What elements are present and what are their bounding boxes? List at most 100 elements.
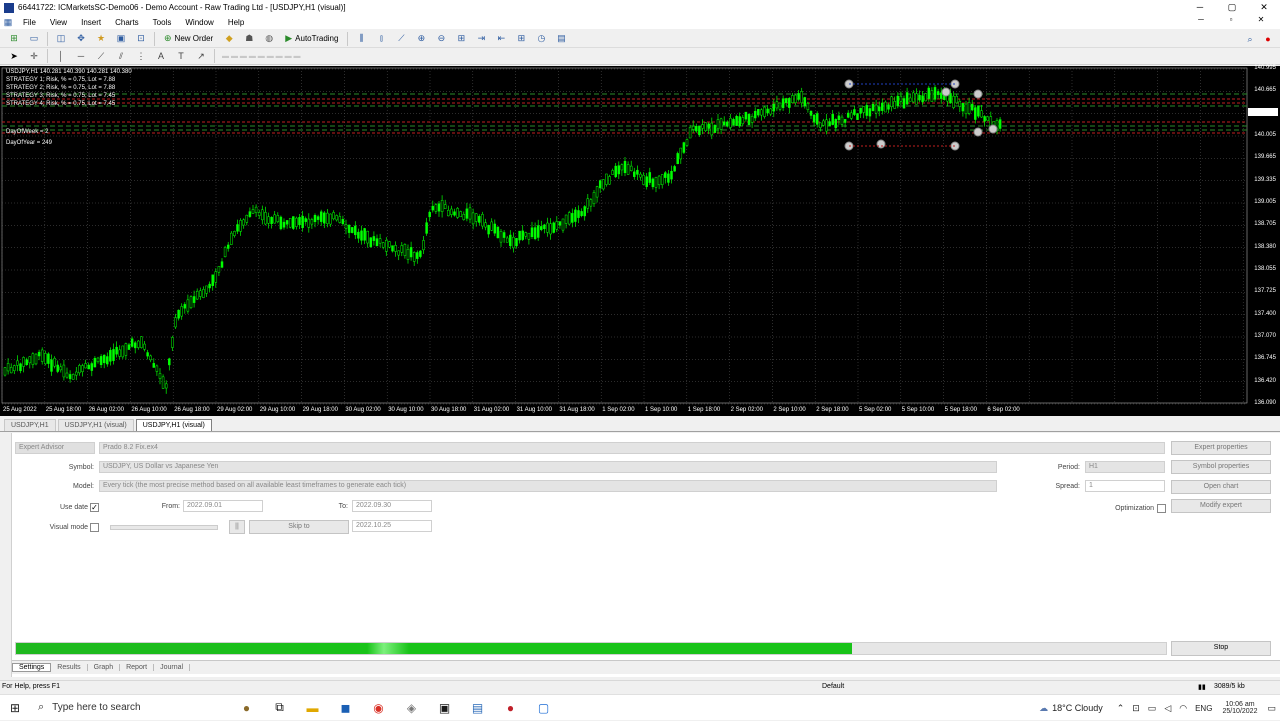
task-view-icon[interactable]: ⧉ bbox=[263, 695, 296, 721]
trendline-icon[interactable]: ⟋ bbox=[93, 49, 109, 63]
channel-icon[interactable]: ⫽ bbox=[113, 49, 129, 63]
skip-to-button[interactable]: Skip to bbox=[249, 520, 349, 534]
candle bbox=[986, 116, 989, 121]
expert-advisor-select[interactable]: Prado 8.2 Fix.ex4 bbox=[99, 442, 1165, 454]
menu-charts[interactable]: Charts bbox=[108, 18, 146, 27]
terminal-icon[interactable]: ▣ bbox=[113, 32, 129, 46]
volume-icon[interactable]: ◁ bbox=[1164, 703, 1171, 714]
from-date-input[interactable]: 2022.09.01 bbox=[183, 500, 263, 512]
fibonacci-icon[interactable]: ⋮ bbox=[133, 49, 149, 63]
search-icon[interactable]: ⌕ bbox=[1242, 32, 1258, 46]
bar-chart-icon[interactable]: ⫼ bbox=[353, 32, 369, 46]
network-icon[interactable]: ⊡ bbox=[1132, 703, 1140, 714]
indicators-icon[interactable]: ⊞ bbox=[513, 32, 529, 46]
zoom-in-icon[interactable]: ⊕ bbox=[413, 32, 429, 46]
templates-icon[interactable]: ▤ bbox=[553, 32, 569, 46]
to-date-input[interactable]: 2022.09.30 bbox=[352, 500, 432, 512]
model-select[interactable]: Every tick (the most precise method base… bbox=[99, 480, 997, 492]
expert-properties-button[interactable]: Expert properties bbox=[1171, 441, 1271, 455]
horizontal-line-icon[interactable]: ─ bbox=[73, 49, 89, 63]
chart-shift-icon[interactable]: ⇥ bbox=[473, 32, 489, 46]
taskbar-search[interactable]: ⌕ Type here to search bbox=[30, 695, 230, 721]
document-icon[interactable]: ▤ bbox=[461, 695, 494, 721]
menu-file[interactable]: File bbox=[16, 18, 43, 27]
price-chart[interactable]: USDJPY,H1 140.281 140.390 140.281 140.38… bbox=[0, 65, 1280, 416]
menu-tools[interactable]: Tools bbox=[146, 18, 179, 27]
visual-mode-checkbox[interactable] bbox=[90, 523, 99, 532]
market-icon[interactable]: ◍ bbox=[261, 32, 277, 46]
crosshair-icon[interactable]: ✛ bbox=[26, 49, 42, 63]
tab-journal[interactable]: Journal bbox=[154, 664, 191, 671]
spread-select[interactable]: 1 bbox=[1085, 480, 1165, 492]
wifi-icon[interactable]: ◠ bbox=[1179, 703, 1187, 714]
record-icon[interactable]: ● bbox=[494, 695, 527, 721]
language-indicator[interactable]: ENG bbox=[1195, 704, 1212, 713]
metaeditor-icon[interactable]: ◆ bbox=[221, 32, 237, 46]
new-chart-icon[interactable]: ⊞ bbox=[6, 32, 22, 46]
auto-scroll-icon[interactable]: ⇤ bbox=[493, 32, 509, 46]
notifications-icon[interactable]: ▭ bbox=[1267, 703, 1276, 714]
app-icon[interactable]: ◈ bbox=[395, 695, 428, 721]
autotrading-button[interactable]: ▶ AutoTrading bbox=[281, 32, 342, 46]
tab-settings[interactable]: Settings bbox=[12, 663, 52, 672]
zoom-out-icon[interactable]: ⊖ bbox=[433, 32, 449, 46]
line-chart-icon[interactable]: ⟋ bbox=[393, 32, 409, 46]
metatrader-icon[interactable]: ▣ bbox=[428, 695, 461, 721]
candlestick-canvas[interactable] bbox=[0, 66, 1280, 416]
display-icon[interactable]: ▭ bbox=[1148, 703, 1157, 714]
tile-windows-icon[interactable]: ⊞ bbox=[453, 32, 469, 46]
arrows-icon[interactable]: ↗ bbox=[193, 49, 209, 63]
dog-widget-icon[interactable]: ● bbox=[230, 695, 263, 721]
cursor-icon[interactable]: ➤ bbox=[6, 49, 22, 63]
alert-icon[interactable]: ● bbox=[1260, 32, 1276, 46]
menu-help[interactable]: Help bbox=[221, 18, 251, 27]
windows-start-icon[interactable]: ⊞ bbox=[0, 701, 30, 715]
toolbar-separator bbox=[154, 31, 155, 46]
stop-button[interactable]: Stop bbox=[1171, 641, 1271, 656]
text-icon[interactable]: A bbox=[153, 49, 169, 63]
maximize-button[interactable]: ▢ bbox=[1216, 0, 1248, 15]
chart-tab[interactable]: USDJPY,H1 bbox=[4, 419, 56, 431]
chevron-up-icon[interactable]: ⌃ bbox=[1117, 703, 1125, 714]
file-explorer-icon[interactable]: ▬ bbox=[296, 695, 329, 721]
chart-tab-active[interactable]: USDJPY,H1 (visual) bbox=[135, 419, 212, 431]
symbol-select[interactable]: USDJPY, US Dollar vs Japanese Yen bbox=[99, 461, 997, 473]
clock[interactable]: 10:06 am 25/10/2022 bbox=[1222, 701, 1257, 715]
visual-speed-slider[interactable] bbox=[110, 525, 218, 530]
text-label-icon[interactable]: T bbox=[173, 49, 189, 63]
strategy-tester-icon[interactable]: ⊡ bbox=[133, 32, 149, 46]
signals-icon[interactable]: ☗ bbox=[241, 32, 257, 46]
menu-window[interactable]: Window bbox=[178, 18, 220, 27]
period-select[interactable]: H1 bbox=[1085, 461, 1165, 473]
mdi-minimize-button[interactable]: ─ bbox=[1186, 15, 1216, 24]
market-watch-icon[interactable]: ◫ bbox=[53, 32, 69, 46]
tab-results[interactable]: Results bbox=[51, 664, 88, 671]
menu-view[interactable]: View bbox=[43, 18, 74, 27]
symbol-properties-button[interactable]: Symbol properties bbox=[1171, 460, 1271, 474]
menu-insert[interactable]: Insert bbox=[74, 18, 108, 27]
data-window-icon[interactable]: ✥ bbox=[73, 32, 89, 46]
periods-icon[interactable]: ◷ bbox=[533, 32, 549, 46]
close-button[interactable]: ✕ bbox=[1248, 0, 1280, 15]
navigator-icon[interactable]: ★ bbox=[93, 32, 109, 46]
chart-tab[interactable]: USDJPY,H1 (visual) bbox=[57, 419, 134, 431]
use-date-checkbox[interactable]: ✓ bbox=[90, 503, 99, 512]
minimize-button[interactable]: ─ bbox=[1184, 0, 1216, 15]
mdi-close-button[interactable]: ✕ bbox=[1246, 15, 1276, 24]
modify-expert-button[interactable]: Modify expert bbox=[1171, 499, 1271, 513]
pause-button[interactable]: || bbox=[229, 520, 245, 534]
new-order-button[interactable]: ⊕ New Order bbox=[160, 32, 217, 46]
skip-to-date-input[interactable]: 2022.10.25 bbox=[352, 520, 432, 532]
mdi-restore-button[interactable]: ▫ bbox=[1216, 15, 1246, 24]
window-app-icon[interactable]: ▢ bbox=[527, 695, 560, 721]
weather-text[interactable]: 18°C Cloudy bbox=[1052, 703, 1103, 713]
tab-report[interactable]: Report bbox=[120, 664, 155, 671]
profiles-icon[interactable]: ▭ bbox=[26, 32, 42, 46]
tab-graph[interactable]: Graph bbox=[88, 664, 121, 671]
open-chart-button[interactable]: Open chart bbox=[1171, 480, 1271, 494]
chrome-icon[interactable]: ◉ bbox=[362, 695, 395, 721]
optimization-checkbox[interactable] bbox=[1157, 504, 1166, 513]
candlestick-icon[interactable]: ⫾ bbox=[373, 32, 389, 46]
vertical-line-icon[interactable]: │ bbox=[53, 49, 69, 63]
store-icon[interactable]: ◼ bbox=[329, 695, 362, 721]
